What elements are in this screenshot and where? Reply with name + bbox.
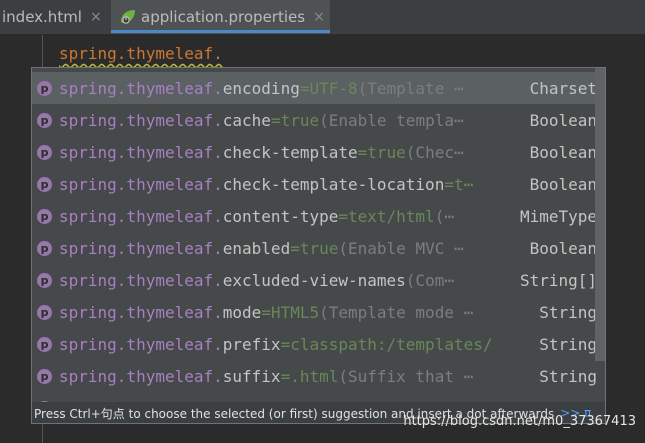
completion-item[interactable]: p spring.thymeleaf. encoding =UTF-8 (Templa…: [32, 72, 597, 104]
item-name: enabled: [222, 238, 291, 258]
item-name: mode: [222, 302, 262, 322]
item-prefix: spring.thymeleaf.: [59, 78, 223, 98]
tab-bar: index.html × application.properties ×: [0, 0, 645, 35]
item-prefix: spring.thymeleaf.: [59, 270, 223, 290]
completion-item[interactable]: p spring.thymeleaf. content-type =text/html…: [32, 200, 597, 232]
item-type: String: [539, 366, 597, 386]
property-icon: p: [37, 80, 52, 96]
item-type: Boolean: [529, 142, 597, 162]
item-name: check-template: [222, 142, 358, 162]
item-value: =.html: [280, 366, 339, 386]
item-prefix: spring.thymeleaf.: [59, 206, 223, 226]
item-value: =true: [290, 238, 339, 258]
popup-scrollbar[interactable]: [595, 68, 605, 361]
item-name: excluded-view-names: [222, 270, 406, 290]
property-icon: p: [37, 240, 52, 256]
item-value: =HTML5: [261, 302, 320, 322]
item-prefix: spring.thymeleaf.: [59, 174, 223, 194]
property-icon: p: [37, 272, 52, 288]
item-type: String: [539, 334, 597, 354]
item-description: (Enable templa⋯: [319, 110, 464, 130]
completion-item[interactable]: p spring.thymeleaf. excluded-view-names (C…: [32, 264, 597, 296]
watermark: https://blog.csdn.net/m0_37367413: [403, 414, 636, 429]
item-type: Boolean: [529, 110, 597, 130]
item-type: Boolean: [529, 174, 597, 194]
completion-item[interactable]: p spring.thymeleaf. mode =HTML5 (Template m…: [32, 296, 597, 328]
tab-index-html[interactable]: index.html ×: [0, 0, 111, 34]
item-value: =UTF-8: [299, 78, 358, 98]
item-name: prefix: [222, 334, 281, 354]
item-prefix: spring.thymeleaf.: [59, 334, 223, 354]
item-name: cache: [222, 110, 271, 130]
tab-label: index.html: [2, 8, 82, 26]
item-name: encoding: [222, 78, 300, 98]
active-tab-indicator: [111, 30, 330, 33]
item-prefix: spring.thymeleaf.: [59, 142, 223, 162]
item-type: String: [539, 302, 597, 322]
tab-label: application.properties: [141, 8, 306, 26]
item-value: =t⋯: [444, 174, 474, 194]
spring-leaf-icon: [121, 10, 135, 24]
item-description: (Suffix that ⋯: [338, 366, 474, 386]
item-description: (Com⋯: [405, 270, 454, 290]
completion-item[interactable]: p spring.thymeleaf. suffix =.html (Suffix t…: [32, 360, 597, 392]
item-name: check-template-location: [222, 174, 445, 194]
completion-popup[interactable]: p spring.thymeleaf. encoding =UTF-8 (Templa…: [31, 67, 606, 424]
property-icon: p: [37, 176, 52, 192]
property-icon: p: [37, 304, 52, 320]
code-line-text[interactable]: spring.thymeleaf.: [59, 44, 223, 63]
property-icon: p: [37, 336, 52, 352]
property-icon: p: [37, 112, 52, 128]
completion-item[interactable]: p spring.thymeleaf. prefix =classpath:/temp…: [32, 328, 597, 360]
item-value: =true: [357, 142, 406, 162]
item-prefix: spring.thymeleaf.: [59, 110, 223, 130]
item-description: (Enable MVC ⋯: [338, 238, 464, 258]
completion-item[interactable]: p spring.thymeleaf. cache =true (Enable tem…: [32, 104, 597, 136]
property-icon: p: [37, 368, 52, 384]
item-value: =classpath:/templates/: [280, 334, 493, 354]
item-name: content-type: [222, 206, 339, 226]
completion-item[interactable]: p spring.thymeleaf. check-template =true (C…: [32, 136, 597, 168]
item-type: Boolean: [529, 238, 597, 258]
item-prefix: spring.thymeleaf.: [59, 302, 223, 322]
completion-item[interactable]: p spring.thymeleaf. check-template-locatio…: [32, 168, 597, 200]
item-type: Charset: [529, 78, 597, 98]
property-icon: p: [37, 208, 52, 224]
completion-item[interactable]: p spring.thymeleaf. enabled =true (Enable M…: [32, 232, 597, 264]
item-value: =true: [270, 110, 320, 130]
tab-application-properties[interactable]: application.properties ×: [111, 0, 330, 34]
item-description: (Template ⋯: [357, 78, 464, 98]
item-value: =text/html: [338, 206, 435, 226]
close-icon[interactable]: ×: [90, 9, 102, 25]
close-icon[interactable]: ×: [313, 9, 325, 25]
item-type: String[]: [519, 270, 597, 290]
property-icon: p: [37, 144, 52, 160]
item-type: MimeType: [519, 206, 597, 226]
item-description: (Template mode ⋯: [319, 302, 474, 322]
item-prefix: spring.thymeleaf.: [59, 366, 223, 386]
item-prefix: spring.thymeleaf.: [59, 238, 223, 258]
item-description: (Chec⋯: [405, 142, 464, 162]
item-description: (⋯: [434, 206, 454, 226]
item-name: suffix: [222, 366, 281, 386]
